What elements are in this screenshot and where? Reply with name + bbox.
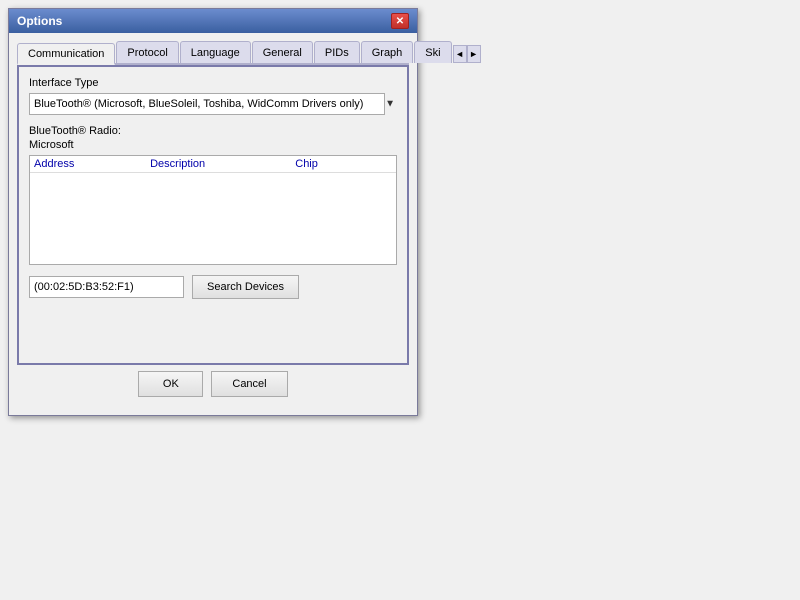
options-dialog: Options ✕ Communication Protocol Languag… bbox=[8, 8, 418, 416]
title-bar: Options ✕ bbox=[9, 9, 417, 33]
interface-type-wrapper: BlueTooth® (Microsoft, BlueSoleil, Toshi… bbox=[29, 93, 397, 115]
interface-type-dropdown[interactable]: BlueTooth® (Microsoft, BlueSoleil, Toshi… bbox=[29, 93, 385, 115]
interface-type-container: BlueTooth® (Microsoft, BlueSoleil, Toshi… bbox=[29, 93, 397, 115]
table-body bbox=[30, 173, 396, 258]
tab-pids[interactable]: PIDs bbox=[314, 41, 360, 63]
tab-language[interactable]: Language bbox=[180, 41, 251, 63]
ok-button[interactable]: OK bbox=[138, 371, 203, 397]
dropdown-arrow-icon: ▼ bbox=[385, 99, 395, 110]
col-chip: Chip bbox=[295, 158, 392, 170]
content-panel: Interface Type BlueTooth® (Microsoft, Bl… bbox=[17, 65, 409, 365]
tab-protocol[interactable]: Protocol bbox=[116, 41, 178, 63]
tab-scroll-controls: ◄ ► bbox=[453, 45, 481, 63]
col-description: Description bbox=[150, 158, 295, 170]
tab-general[interactable]: General bbox=[252, 41, 313, 63]
cancel-button[interactable]: Cancel bbox=[211, 371, 287, 397]
address-input[interactable] bbox=[29, 276, 184, 298]
microsoft-label: Microsoft bbox=[29, 139, 397, 151]
tab-bar: Communication Protocol Language General … bbox=[17, 41, 409, 65]
tab-graph[interactable]: Graph bbox=[361, 41, 414, 63]
bottom-row: Search Devices bbox=[29, 275, 397, 299]
tab-scroll-left[interactable]: ◄ bbox=[453, 45, 467, 63]
dialog-body: Communication Protocol Language General … bbox=[9, 33, 417, 415]
device-table: Address Description Chip bbox=[29, 155, 397, 265]
col-address: Address bbox=[34, 158, 150, 170]
bluetooth-radio-label: BlueTooth® Radio: bbox=[29, 125, 397, 137]
search-devices-button[interactable]: Search Devices bbox=[192, 275, 299, 299]
dialog-footer: OK Cancel bbox=[17, 365, 409, 407]
tab-communication[interactable]: Communication bbox=[17, 43, 115, 65]
tab-scroll-right[interactable]: ► bbox=[467, 45, 481, 63]
tab-ski[interactable]: Ski bbox=[414, 41, 451, 63]
close-button[interactable]: ✕ bbox=[391, 13, 409, 29]
title-bar-text: Options bbox=[17, 14, 62, 28]
table-header: Address Description Chip bbox=[30, 156, 396, 173]
interface-type-label: Interface Type bbox=[29, 77, 397, 89]
